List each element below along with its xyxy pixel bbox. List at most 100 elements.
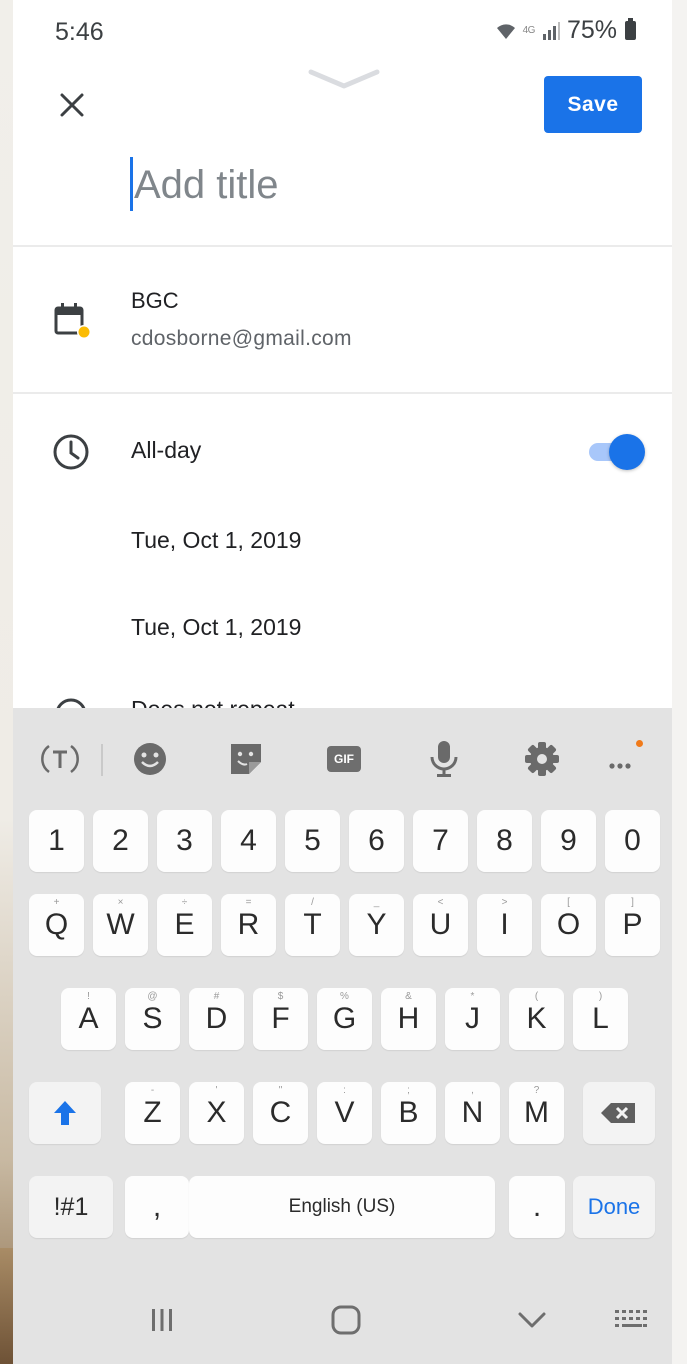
gif-icon[interactable]: GIF — [321, 736, 367, 782]
toggle-thumb — [609, 434, 645, 470]
key-label: J — [465, 1002, 480, 1035]
end-date[interactable]: Tue, Oct 1, 2019 — [131, 614, 301, 641]
key-6[interactable]: 6 — [349, 810, 404, 872]
key-j[interactable]: * J — [445, 988, 500, 1050]
key-q[interactable]: + Q — [29, 894, 84, 956]
hide-keyboard-icon[interactable] — [510, 1298, 554, 1342]
key-s[interactable]: @ S — [125, 988, 180, 1050]
key-x[interactable]: ' X — [189, 1082, 244, 1144]
key-0[interactable]: 0 — [605, 810, 660, 872]
key-label: 9 — [560, 824, 577, 857]
key-label: E — [174, 908, 195, 941]
title-input[interactable] — [134, 155, 604, 215]
key-secondary-char: @ — [147, 991, 158, 1002]
text-mode-icon[interactable] — [37, 736, 83, 782]
key-label: D — [205, 1002, 228, 1035]
symbols-key[interactable]: !#1 — [29, 1176, 113, 1238]
key-5[interactable]: 5 — [285, 810, 340, 872]
key-f[interactable]: $ F — [253, 988, 308, 1050]
shift-key[interactable] — [29, 1082, 101, 1144]
key-2[interactable]: 2 — [93, 810, 148, 872]
more-icon[interactable] — [599, 736, 645, 782]
status-indicators: 4G 75% — [495, 16, 636, 45]
key-label: X — [206, 1096, 227, 1129]
key-secondary-char: : — [343, 1085, 346, 1096]
key-8[interactable]: 8 — [477, 810, 532, 872]
key-n[interactable]: ,N — [445, 1082, 500, 1144]
key-p[interactable]: ] P — [605, 894, 660, 956]
emoji-icon[interactable] — [127, 736, 173, 782]
key-secondary-char: × — [117, 897, 124, 908]
key-a[interactable]: ! A — [61, 988, 116, 1050]
key-c[interactable]: " C — [253, 1082, 308, 1144]
key-secondary-char: = — [245, 897, 252, 908]
sheet-handle-icon[interactable] — [307, 68, 381, 92]
key-label: H — [397, 1002, 420, 1035]
key-secondary-char: $ — [277, 991, 284, 1002]
background-photo-corner — [0, 1248, 14, 1364]
shift-icon — [54, 1101, 76, 1125]
close-button[interactable] — [55, 88, 89, 122]
key-label: U — [429, 908, 452, 941]
home-icon[interactable] — [324, 1298, 368, 1342]
key-y[interactable]: _ Y — [349, 894, 404, 956]
calendar-account[interactable]: cdosborne@gmail.com — [131, 327, 352, 351]
key-secondary-char: > — [501, 897, 508, 908]
key-label: P — [622, 908, 643, 941]
key-1[interactable]: 1 — [29, 810, 84, 872]
title-field[interactable] — [130, 155, 610, 215]
key-label: , — [152, 1190, 162, 1223]
key-b[interactable]: ; B — [381, 1082, 436, 1144]
calendar-name[interactable]: BGC — [131, 288, 179, 314]
period-key[interactable]: . — [509, 1176, 565, 1238]
key-i[interactable]: > I — [477, 894, 532, 956]
comma-key[interactable]: , — [125, 1176, 189, 1238]
key-u[interactable]: < U — [413, 894, 468, 956]
sticker-icon[interactable] — [223, 736, 269, 782]
key-z[interactable]: -Z — [125, 1082, 180, 1144]
calendar-icon — [51, 300, 91, 340]
save-button[interactable]: Save — [544, 76, 642, 133]
key-r[interactable]: = R — [221, 894, 276, 956]
divider — [13, 245, 672, 247]
key-e[interactable]: ÷ E — [157, 894, 212, 956]
done-key[interactable]: Done — [573, 1176, 655, 1238]
key-label: B — [398, 1096, 419, 1129]
key-h[interactable]: & H — [381, 988, 436, 1050]
key-t[interactable]: / T — [285, 894, 340, 956]
key-4[interactable]: 4 — [221, 810, 276, 872]
key-w[interactable]: × W — [93, 894, 148, 956]
key-label: 5 — [304, 824, 321, 857]
key-7[interactable]: 7 — [413, 810, 468, 872]
key-l[interactable]: ) L — [573, 988, 628, 1050]
settings-icon[interactable] — [519, 736, 565, 782]
key-secondary-char: ) — [598, 991, 603, 1002]
key-g[interactable]: % G — [317, 988, 372, 1050]
recent-apps-icon[interactable] — [140, 1298, 184, 1342]
close-icon — [60, 93, 84, 117]
key-secondary-char: - — [150, 1085, 155, 1096]
key-m[interactable]: ? M — [509, 1082, 564, 1144]
key-d[interactable]: # D — [189, 988, 244, 1050]
mic-icon[interactable] — [421, 736, 467, 782]
space-key[interactable]: English (US) — [189, 1176, 495, 1238]
key-secondary-char: & — [405, 991, 412, 1002]
key-label: Q — [44, 908, 69, 941]
navigation-bar — [13, 1276, 672, 1364]
phone-screen: 5: 4 6 4G 75% Save Add title BGC cdosborne… — [13, 0, 672, 1364]
key-k[interactable]: (K — [509, 988, 564, 1050]
key-label: M — [524, 1096, 549, 1129]
onscreen-keyboard: GIF 1 2 3 4 5 6 7 8 9 0 + Q × W ÷ E = R … — [13, 708, 672, 1364]
backspace-key[interactable] — [583, 1082, 655, 1144]
all-day-toggle[interactable] — [587, 433, 649, 471]
key-v[interactable]: :V — [317, 1082, 372, 1144]
key-label: 4 — [240, 824, 257, 857]
key-9[interactable]: 9 — [541, 810, 596, 872]
key-label: T — [303, 908, 322, 941]
key-3[interactable]: 3 — [157, 810, 212, 872]
key-secondary-char: ; — [407, 1085, 410, 1096]
start-date[interactable]: Tue, Oct 1, 2019 — [131, 527, 301, 554]
key-o[interactable]: [O — [541, 894, 596, 956]
keyboard-switch-icon[interactable] — [610, 1298, 654, 1342]
background-edge-right — [672, 0, 687, 1364]
